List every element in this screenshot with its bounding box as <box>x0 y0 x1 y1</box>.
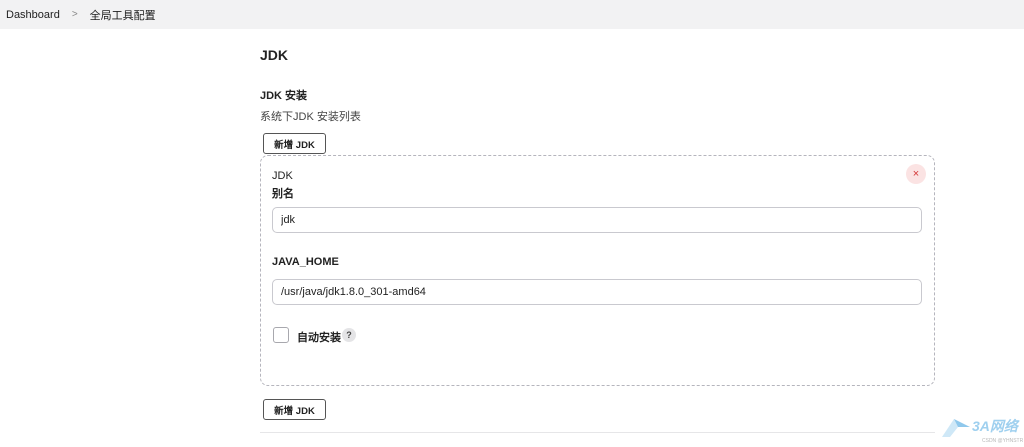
auto-install-checkbox[interactable] <box>273 327 289 343</box>
installations-heading: JDK 安装 <box>260 90 308 102</box>
add-jdk-button-top[interactable]: 新增 JDK <box>263 133 326 154</box>
add-jdk-button-bottom[interactable]: 新增 JDK <box>263 399 326 420</box>
auto-install-label[interactable]: 自动安装 <box>297 329 341 345</box>
java-home-input[interactable] <box>272 279 922 305</box>
help-icon[interactable]: ? <box>342 328 356 342</box>
breadcrumb-bar: Dashboard > 全局工具配置 <box>0 0 1024 29</box>
section-title: JDK <box>260 47 289 63</box>
watermark-subtext: CSDN @YHNSTR <box>982 438 1024 444</box>
breadcrumb-current[interactable]: 全局工具配置 <box>90 7 156 23</box>
section-divider <box>260 432 935 433</box>
breadcrumb-dashboard-link[interactable]: Dashboard <box>6 9 60 21</box>
close-icon[interactable]: × <box>906 164 926 184</box>
installations-description: 系统下JDK 安装列表 <box>260 111 361 123</box>
watermark-text: 3A网络 <box>972 418 1018 434</box>
alias-label: 别名 <box>272 188 294 200</box>
jdk-item-heading: JDK <box>272 170 293 182</box>
chevron-right-icon: > <box>71 9 78 20</box>
alias-input[interactable] <box>272 207 922 233</box>
java-home-label: JAVA_HOME <box>272 256 339 268</box>
jdk-installation-panel <box>260 155 935 386</box>
